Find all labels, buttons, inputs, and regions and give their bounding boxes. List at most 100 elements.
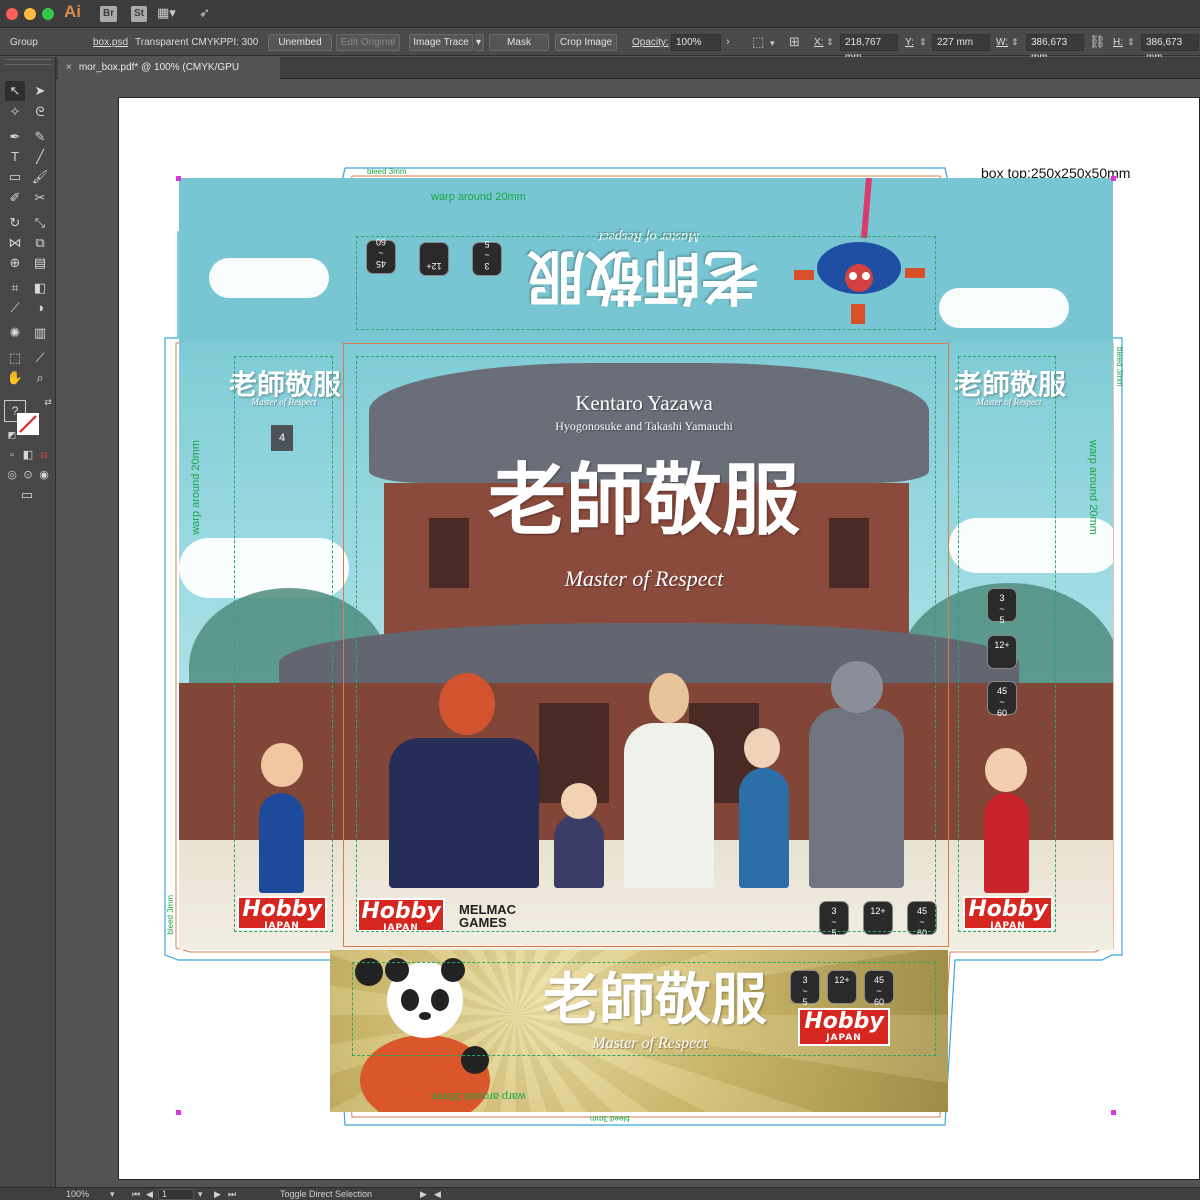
status-menu-back-icon[interactable]: ◀ [434,1189,441,1200]
artboard-number-field[interactable]: 1 [158,1189,194,1200]
eyedropper-tool-icon[interactable]: ⟋ [5,298,25,318]
unembed-button[interactable]: Unembed [268,34,332,51]
column-graph-tool-icon[interactable]: ▥ [30,323,50,343]
wrap-left-guide-label: warp around 20mm [190,440,202,535]
linked-file-link[interactable]: box.psd [93,37,128,48]
draw-inside-icon[interactable]: ◉ [34,465,54,485]
none-mode-icon[interactable]: ⧄ [34,445,54,465]
gradient-tool-icon[interactable]: ◧ [30,278,50,298]
constrain-proportions-icon[interactable]: ⛓ [1089,34,1106,50]
width-field[interactable]: 386,673 mm [1026,34,1084,63]
zoom-level[interactable]: 100% [66,1189,89,1199]
cloud [939,288,1069,328]
workspace-switcher-icon[interactable]: ▦▾ [157,5,176,21]
shape-builder-tool-icon[interactable]: ⊕ [5,253,25,273]
default-fill-stroke-icon[interactable]: ◩ [2,425,22,445]
status-tool-hint: Toggle Direct Selection [280,1189,373,1199]
control-bar: Group box.psd Transparent CMYK PPI: 300 … [0,29,1200,63]
wrap-top-guide-label: warp around 20mm [431,191,526,203]
image-trace-button[interactable]: Image Trace [409,34,473,51]
selection-handle-top-right[interactable] [1111,176,1116,181]
blend-tool-icon[interactable]: ◑ [30,298,50,318]
selection-handle-bottom-left[interactable] [176,1110,181,1115]
bridge-button[interactable]: Br [100,6,118,22]
wrap-right-guide-label: warp around 20mm [1087,440,1099,535]
close-tab-icon[interactable]: × [66,62,72,73]
document-tab-bar: ×mor_box.pdf* @ 100% (CMYK/GPU Preview) [56,57,1200,95]
opacity-label[interactable]: Opacity: [632,37,669,48]
zoom-dropdown-icon[interactable]: ▾ [110,1189,115,1200]
document-tab[interactable]: ×mor_box.pdf* @ 100% (CMYK/GPU Preview) [58,57,280,95]
previous-artboard-icon[interactable]: ◀ [146,1189,153,1200]
front-panel-fold [343,343,949,947]
slice-tool-icon[interactable]: ⟋ [30,348,50,368]
width-stepper-icon[interactable]: ⇕ [1011,37,1019,48]
chevron-right-icon[interactable]: › [726,36,730,48]
direct-selection-tool-icon[interactable]: ➤ [30,81,50,101]
x-stepper-icon[interactable]: ⇕ [826,37,834,48]
selection-tool-icon[interactable]: ↖ [5,81,25,101]
chevron-down-icon[interactable]: ▾ [770,38,775,49]
paintbrush-tool-icon[interactable]: 🖌 [30,167,50,187]
screen-mode-icon[interactable]: ▭ [17,485,37,505]
edit-original-button[interactable]: Edit Original [336,34,400,51]
last-artboard-icon[interactable]: ⏭ [228,1189,236,1200]
status-bar: 100% ▾ ⏮ ◀ 1 ▾ ▶ ⏭ Toggle Direct Selecti… [0,1187,1200,1200]
close-window-button[interactable] [6,8,18,20]
y-position-field[interactable]: 227 mm [932,34,990,51]
cloud [209,258,329,298]
width-tool-icon[interactable]: ⋈ [5,233,25,253]
y-label: Y: [905,37,914,48]
zoom-tool-icon[interactable]: ⌕ [30,368,50,388]
color-mode-label: Transparent CMYK [135,37,221,48]
artboard-tool-icon[interactable]: ⬚ [5,348,25,368]
right-spine-safe-area [958,356,1056,932]
selection-handle-bottom-right[interactable] [1111,1110,1116,1115]
crop-image-button[interactable]: Crop Image [555,34,617,51]
hand-tool-icon[interactable]: ✋ [5,368,25,388]
height-stepper-icon[interactable]: ⇕ [1127,37,1135,48]
status-menu-arrow-icon[interactable]: ▶ [420,1189,427,1200]
opacity-field[interactable]: 100% [671,34,721,51]
bleed-right-guide-label: bleed 3mm [1115,347,1124,387]
left-spine-safe-area [234,356,333,932]
reference-point-icon[interactable]: ⊞ [789,34,800,50]
symbol-sprayer-tool-icon[interactable]: ✺ [5,323,25,343]
x-position-field[interactable]: 218,767 mm [840,34,898,63]
line-tool-icon[interactable]: ╱ [30,147,50,167]
pen-tool-icon[interactable]: ✒ [5,127,25,147]
height-label: H: [1113,37,1123,48]
align-to-icon[interactable]: ⬚ [752,34,764,50]
height-field[interactable]: 386,673 mm [1141,34,1199,63]
width-label: W: [996,37,1009,48]
shaper-tool-icon[interactable]: ✐ [5,188,25,208]
scale-tool-icon[interactable]: ⤡ [30,213,50,233]
scissors-tool-icon[interactable]: ✂ [30,188,50,208]
mesh-tool-icon[interactable]: ⌗ [5,278,25,298]
selection-handle-top-left[interactable] [176,176,181,181]
tools-panel: ↖ ➤ ✧ ᘓ ✒ ✎ T ╱ ▭ 🖌 ✐ ✂ ↻ ⤡ ⋈ ⧉ ⊕ ▤ ⌗ ◧ … [0,57,56,1187]
first-artboard-icon[interactable]: ⏮ [132,1189,140,1200]
swap-fill-stroke-icon[interactable]: ⇄ [38,392,58,412]
x-label: X: [814,37,824,48]
image-trace-dropdown[interactable]: ▾ [474,34,484,51]
rectangle-tool-icon[interactable]: ▭ [5,167,25,187]
rotate-tool-icon[interactable]: ↻ [5,213,25,233]
bleed-bottom-guide-label: bleed 3mm [590,1114,630,1123]
gpu-performance-icon[interactable]: ➶ [199,5,210,21]
type-tool-icon[interactable]: T [5,147,25,167]
zoom-window-button[interactable] [42,8,54,20]
magic-wand-tool-icon[interactable]: ✧ [5,102,25,122]
free-transform-tool-icon[interactable]: ⧉ [30,233,50,253]
illustrator-window: Ai Br St ▦▾ ➶ Group box.psd Transparent … [0,0,1200,1200]
panel-grip[interactable] [4,59,52,65]
artboard-dropdown-icon[interactable]: ▾ [198,1189,203,1200]
curvature-tool-icon[interactable]: ✎ [30,127,50,147]
minimize-window-button[interactable] [24,8,36,20]
perspective-grid-tool-icon[interactable]: ▤ [30,253,50,273]
stock-button[interactable]: St [131,6,147,22]
y-stepper-icon[interactable]: ⇕ [919,37,927,48]
lasso-tool-icon[interactable]: ᘓ [30,102,50,122]
mask-button[interactable]: Mask [489,34,549,51]
next-artboard-icon[interactable]: ▶ [214,1189,221,1200]
